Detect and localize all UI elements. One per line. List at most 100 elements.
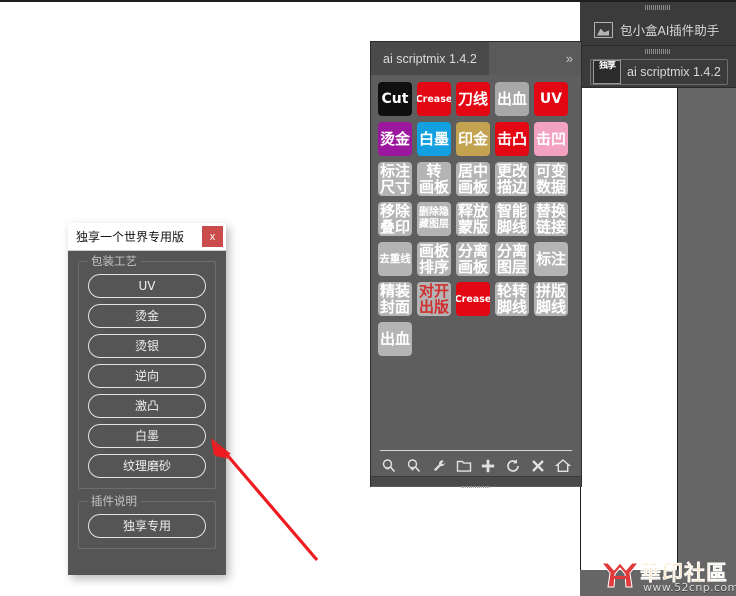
script-button[interactable]: 白墨 — [417, 122, 451, 156]
script-button-label: 击凸 — [496, 130, 527, 148]
script-button-label: 画板 — [457, 258, 488, 276]
script-button[interactable]: 标注 — [534, 242, 568, 276]
script-button[interactable]: 画板 排序 — [417, 242, 451, 276]
script-button[interactable]: 击凸 — [495, 122, 529, 156]
scriptmix-tab[interactable]: ai scriptmix 1.4.2 — [371, 42, 489, 75]
script-button[interactable]: 标注 尺寸 — [378, 162, 412, 196]
script-button-label: Crease — [456, 293, 490, 305]
dock-tab-label: ai scriptmix 1.4.2 — [627, 64, 721, 79]
dialog-group: 插件说明 独享专用 — [78, 493, 216, 549]
script-button[interactable]: Cut — [378, 82, 412, 116]
script-button[interactable]: 删除隐 藏图层 — [417, 202, 451, 236]
script-button[interactable]: 替换 链接 — [534, 202, 568, 236]
folder-icon[interactable] — [455, 458, 473, 477]
watermark-logo-icon — [600, 562, 640, 588]
dialog-action-button[interactable]: 激凸 — [88, 394, 206, 418]
script-button[interactable]: 轮转 脚线 — [495, 282, 529, 316]
plus-icon[interactable] — [479, 458, 497, 477]
watermark: 華印社區 www.52cnp.com — [598, 556, 736, 596]
script-button[interactable]: 拼版 脚线 — [534, 282, 568, 316]
script-button-label: 轮转 — [496, 282, 527, 300]
script-button[interactable]: 居中 画板 — [456, 162, 490, 196]
close-button[interactable]: x — [202, 226, 223, 247]
scriptmix-panel[interactable]: ai scriptmix 1.4.2 » Cut Crease 刀线 出血 UV 烫金 白墨… — [370, 41, 582, 488]
script-button-label: 叠印 — [379, 218, 410, 236]
folder-icon — [594, 21, 613, 38]
script-button-label: 击凹 — [535, 130, 566, 148]
script-button-label: 封面 — [379, 298, 410, 316]
script-button-label: 出版 — [418, 298, 449, 316]
scriptmix-titlebar[interactable]: ai scriptmix 1.4.2 » — [371, 42, 581, 75]
close-icon[interactable] — [529, 458, 547, 477]
script-button[interactable]: 移除 叠印 — [378, 202, 412, 236]
script-button[interactable]: 释放 蒙版 — [456, 202, 490, 236]
script-button-label: 标注 — [535, 250, 566, 268]
script-button-label: 蒙版 — [457, 218, 488, 236]
dialog-titlebar[interactable]: 独享一个世界专用版 x — [68, 223, 226, 251]
zoom-in-icon[interactable] — [405, 458, 423, 477]
script-button[interactable]: UV — [534, 82, 568, 116]
refresh-icon[interactable] — [504, 458, 522, 477]
screen-root: 包小盒AI插件助手 独享 ai scriptmix 1.4.2 ai scrip… — [0, 0, 736, 596]
script-button-label: Crease — [417, 93, 451, 105]
panel-grip-icon[interactable] — [645, 49, 671, 54]
script-button-label: 数据 — [535, 178, 566, 196]
script-button[interactable]: 击凹 — [534, 122, 568, 156]
dialog-action-button[interactable]: UV — [88, 274, 206, 298]
dock-tab-baoxiaohe[interactable]: 包小盒AI插件助手 — [580, 2, 736, 46]
script-button-label: 描边 — [496, 178, 527, 196]
duxiang-badge-icon: 独享 — [593, 59, 621, 84]
script-button[interactable]: 分离 图层 — [495, 242, 529, 276]
script-button[interactable]: 分离 画板 — [456, 242, 490, 276]
script-button[interactable]: 印金 — [456, 122, 490, 156]
script-button-label: 出血 — [496, 90, 527, 108]
watermark-url: www.52cnp.com — [643, 581, 736, 594]
script-button[interactable]: 精装 封面 — [378, 282, 412, 316]
script-button-label: 精装 — [379, 282, 410, 300]
dock-tab-scriptmix[interactable]: 独享 ai scriptmix 1.4.2 — [580, 46, 736, 88]
script-button[interactable]: Crease — [417, 82, 451, 116]
script-button-label: 居中 — [457, 162, 488, 180]
zoom-out-icon[interactable] — [380, 458, 398, 477]
script-button-label: 出血 — [379, 330, 410, 348]
script-button-label: 画板 — [418, 178, 449, 196]
script-button[interactable]: 智能 脚线 — [495, 202, 529, 236]
home-icon[interactable] — [554, 458, 572, 477]
script-button-label: UV — [539, 90, 563, 107]
script-button-label: 画板 — [457, 178, 488, 196]
scriptmix-body: Cut Crease 刀线 出血 UV 烫金 白墨 印金 击凸 击凹 标注 尺寸转画板 居中 画板 更改 描边… — [371, 75, 581, 488]
dialog-action-button[interactable]: 逆向 — [88, 364, 206, 388]
script-button-label: 拼版 — [535, 282, 566, 300]
script-button-label: 尺寸 — [379, 178, 410, 196]
script-button[interactable]: 出血 — [378, 322, 412, 356]
script-button[interactable]: 刀线 — [456, 82, 490, 116]
script-button-label: 印金 — [457, 130, 488, 148]
script-button-label: 白墨 — [418, 130, 449, 148]
script-button-label: 链接 — [535, 218, 566, 236]
duxiang-dialog[interactable]: 独享一个世界专用版 x 包装工艺 UV 烫金 烫银 逆向 激凸 白墨 纹理磨砂 插件说明 独享专用 — [68, 223, 226, 575]
dialog-action-button[interactable]: 独享专用 — [88, 514, 206, 538]
dialog-action-button[interactable]: 烫金 — [88, 304, 206, 328]
script-button[interactable]: 对开 出版 — [417, 282, 451, 316]
script-button[interactable]: 出血 — [495, 82, 529, 116]
script-button-label: 可变 — [535, 162, 566, 180]
dialog-action-button[interactable]: 白墨 — [88, 424, 206, 448]
script-button[interactable]: 可变 数据 — [534, 162, 568, 196]
script-button-label: 替换 — [535, 202, 566, 220]
script-button-label: 更改 — [496, 162, 527, 180]
script-button-label: 分离 — [457, 242, 488, 260]
chevron-double-right-icon[interactable]: » — [566, 51, 573, 66]
script-button[interactable]: 转画板 — [417, 162, 451, 196]
script-button[interactable]: 烫金 — [378, 122, 412, 156]
wrench-icon[interactable] — [430, 458, 448, 477]
script-button-label: 图层 — [496, 258, 527, 276]
dialog-action-button[interactable]: 纹理磨砂 — [88, 454, 206, 478]
script-button[interactable]: 更改 描边 — [495, 162, 529, 196]
script-button[interactable]: 去重线 — [378, 242, 412, 276]
document-white-strip — [580, 88, 678, 570]
dialog-action-button[interactable]: 烫银 — [88, 334, 206, 358]
script-button-label: 对开 — [418, 282, 449, 300]
panel-grip-icon[interactable] — [645, 5, 671, 10]
dialog-content: 包装工艺 UV 烫金 烫银 逆向 激凸 白墨 纹理磨砂 插件说明 独享专用 — [68, 251, 226, 549]
script-button[interactable]: Crease — [456, 282, 490, 316]
